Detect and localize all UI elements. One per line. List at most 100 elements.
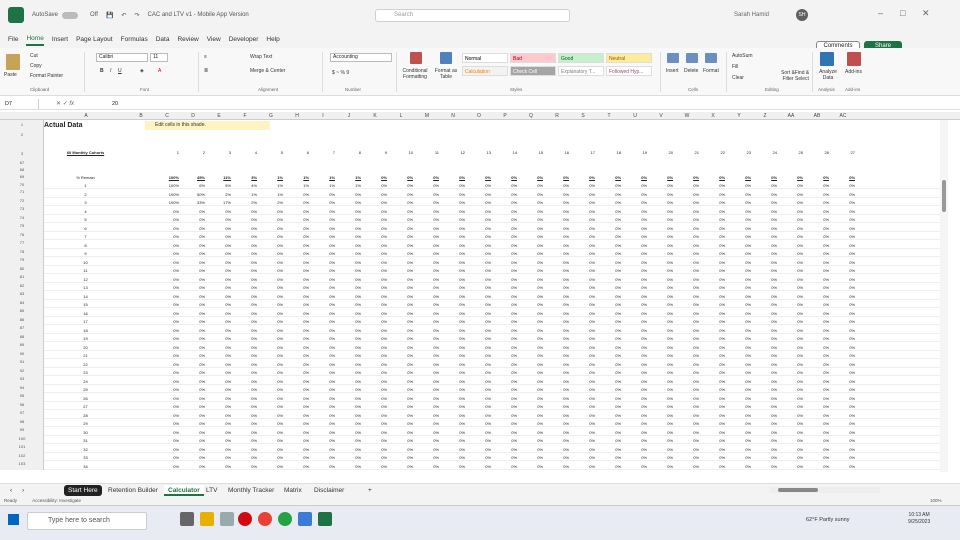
data-cell[interactable]: 0%: [180, 438, 205, 444]
data-cell[interactable]: 0%: [752, 328, 777, 334]
data-cell[interactable]: 0%: [310, 260, 335, 266]
data-cell[interactable]: 0%: [622, 345, 647, 351]
data-cell[interactable]: 0%: [544, 302, 569, 308]
data-cell[interactable]: 0%: [518, 404, 543, 410]
pct-remain-cell[interactable]: 0%: [492, 175, 517, 181]
data-cell[interactable]: 0%: [570, 328, 595, 334]
data-cell[interactable]: 0%: [154, 328, 179, 334]
data-cell[interactable]: 2%: [232, 200, 257, 206]
data-cell[interactable]: 0%: [154, 455, 179, 461]
data-cell[interactable]: 0%: [414, 319, 439, 325]
data-cell[interactable]: 0%: [544, 379, 569, 385]
data-cell[interactable]: 0%: [518, 447, 543, 453]
cohort-number-cell[interactable]: 21: [674, 150, 699, 156]
data-cell[interactable]: 0%: [466, 413, 491, 419]
data-cell[interactable]: 0%: [778, 294, 803, 300]
data-cell[interactable]: 0%: [440, 413, 465, 419]
data-cell[interactable]: 0%: [622, 464, 647, 470]
data-cell[interactable]: 0%: [570, 217, 595, 223]
data-cell[interactable]: 0%: [596, 336, 621, 342]
data-cell[interactable]: 0%: [154, 226, 179, 232]
data-cell[interactable]: 0%: [180, 277, 205, 283]
data-cell[interactable]: 0%: [206, 328, 231, 334]
data-cell[interactable]: 0%: [648, 251, 673, 257]
column-header-c[interactable]: C: [154, 112, 180, 120]
data-cell[interactable]: 0%: [752, 268, 777, 274]
data-cell[interactable]: 0%: [726, 311, 751, 317]
data-cell[interactable]: 0%: [336, 345, 361, 351]
data-cell[interactable]: 0%: [778, 192, 803, 198]
data-cell[interactable]: 0%: [232, 243, 257, 249]
data-cell[interactable]: 0%: [700, 268, 725, 274]
data-cell[interactable]: 0%: [206, 362, 231, 368]
data-cell[interactable]: 0%: [310, 200, 335, 206]
data-cell[interactable]: 0%: [570, 319, 595, 325]
data-cell[interactable]: 0%: [258, 370, 283, 376]
data-cell[interactable]: 0%: [596, 464, 621, 470]
data-cell[interactable]: 0%: [388, 362, 413, 368]
data-cell[interactable]: 0%: [518, 294, 543, 300]
data-cell[interactable]: 0%: [700, 430, 725, 436]
data-cell[interactable]: 0%: [180, 387, 205, 393]
data-cell[interactable]: 0%: [362, 455, 387, 461]
column-header-v[interactable]: V: [648, 112, 674, 120]
data-cell[interactable]: 0%: [570, 387, 595, 393]
data-cell[interactable]: 0%: [518, 455, 543, 461]
row-header-93[interactable]: 93: [0, 376, 43, 382]
data-cell[interactable]: 0%: [362, 413, 387, 419]
data-cell[interactable]: 0%: [336, 464, 361, 470]
data-cell[interactable]: 0%: [388, 294, 413, 300]
add-sheet-button[interactable]: +: [364, 485, 376, 496]
data-cell[interactable]: 0%: [518, 379, 543, 385]
data-cell[interactable]: 0%: [310, 464, 335, 470]
menu-insert[interactable]: Insert: [52, 34, 68, 45]
data-cell[interactable]: 0%: [830, 438, 855, 444]
data-cell[interactable]: 0%: [310, 217, 335, 223]
data-cell[interactable]: 0%: [492, 404, 517, 410]
data-cell[interactable]: 0%: [284, 421, 309, 427]
pct-remain-cell[interactable]: 100%: [154, 175, 179, 181]
data-cell[interactable]: 0%: [752, 183, 777, 189]
data-cell[interactable]: 0%: [804, 277, 829, 283]
app-icon[interactable]: [298, 512, 312, 526]
data-cell[interactable]: 0%: [752, 243, 777, 249]
data-cell[interactable]: 0%: [804, 251, 829, 257]
column-header-g[interactable]: G: [258, 112, 284, 120]
paste-label[interactable]: Paste: [4, 72, 17, 78]
format-painter-button[interactable]: Format Painter: [30, 73, 63, 79]
data-cell[interactable]: 0%: [804, 328, 829, 334]
row-header-68[interactable]: 68: [0, 167, 43, 173]
pct-remain-cell[interactable]: 0%: [752, 175, 777, 181]
data-cell[interactable]: 0%: [388, 336, 413, 342]
data-cell[interactable]: 0%: [778, 319, 803, 325]
tab-next-icon[interactable]: ›: [18, 485, 28, 496]
find-select-button[interactable]: Find & Select: [790, 70, 814, 82]
data-cell[interactable]: 0%: [284, 345, 309, 351]
data-cell[interactable]: 0%: [414, 353, 439, 359]
data-cell[interactable]: 0%: [362, 251, 387, 257]
data-cell[interactable]: 0%: [414, 294, 439, 300]
data-cell[interactable]: 0%: [778, 234, 803, 240]
data-cell[interactable]: 0%: [622, 319, 647, 325]
pct-remain-cell[interactable]: 1%: [310, 175, 335, 181]
menu-page-layout[interactable]: Page Layout: [76, 34, 113, 45]
data-cell[interactable]: 0%: [154, 251, 179, 257]
data-cell[interactable]: 0%: [362, 243, 387, 249]
data-cell[interactable]: 0%: [492, 328, 517, 334]
data-cell[interactable]: 0%: [830, 319, 855, 325]
row-header-78[interactable]: 78: [0, 249, 43, 255]
cohort-number-cell[interactable]: 6: [284, 150, 309, 156]
row-header-3[interactable]: 3: [0, 151, 43, 157]
data-cell[interactable]: 0%: [830, 464, 855, 470]
data-cell[interactable]: 0%: [388, 209, 413, 215]
data-cell[interactable]: 0%: [492, 447, 517, 453]
data-cell[interactable]: 0%: [752, 413, 777, 419]
data-cell[interactable]: 0%: [518, 277, 543, 283]
tab-disclaimer[interactable]: Disclaimer: [310, 485, 348, 496]
data-cell[interactable]: 0%: [362, 277, 387, 283]
pct-remain-cell[interactable]: 0%: [466, 175, 491, 181]
data-cell[interactable]: 0%: [596, 353, 621, 359]
column-header-h[interactable]: H: [284, 112, 310, 120]
row-header-81[interactable]: 81: [0, 274, 43, 280]
search-input[interactable]: Search: [375, 9, 570, 22]
